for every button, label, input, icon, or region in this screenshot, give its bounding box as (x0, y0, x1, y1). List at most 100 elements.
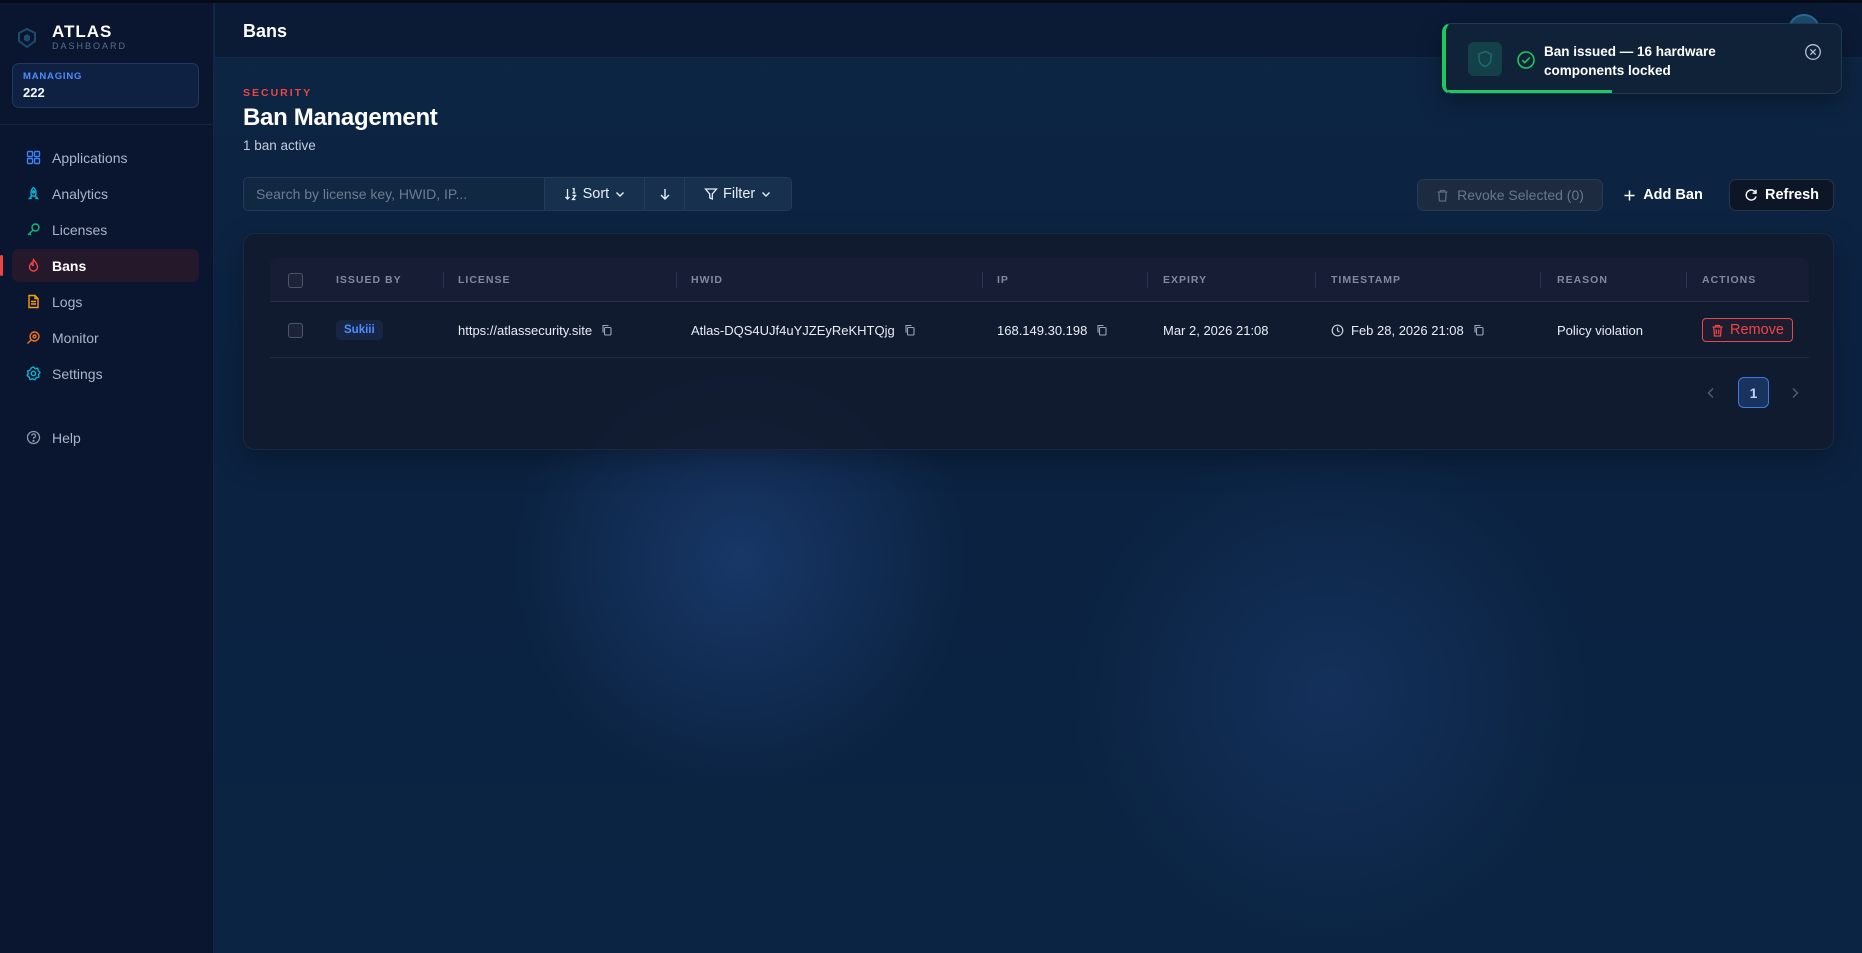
filter-button[interactable]: Filter (684, 178, 791, 210)
timestamp-value: Feb 28, 2026 21:08 (1351, 322, 1464, 338)
flame-icon (26, 258, 41, 273)
arrow-down-icon (660, 189, 670, 200)
sidebar-item-help[interactable]: Help (12, 421, 199, 454)
clock-icon (1331, 324, 1344, 337)
sidebar-item-bans[interactable]: Bans (0, 249, 199, 282)
table-header: ISSUED BY LICENSE HWID IP EXPIRY TIMESTA… (270, 258, 1809, 302)
chevron-down-icon (762, 192, 771, 197)
pagination: 1 (244, 377, 1835, 409)
copy-icon[interactable] (1096, 324, 1108, 336)
table-row[interactable]: Sukiii https://atlassecurity.site Atlas-… (270, 302, 1809, 358)
sidebar-item-label: Analytics (52, 185, 109, 202)
column-header-reason[interactable]: REASON (1557, 258, 1608, 302)
select-all-checkbox[interactable] (288, 272, 303, 288)
ban-count-subtitle: 1 ban active (243, 138, 316, 153)
managing-label: MANAGING (23, 71, 83, 82)
atlas-logo-icon (18, 27, 36, 48)
filter-icon (704, 188, 718, 201)
filter-label: Filter (722, 186, 756, 202)
revoke-label: Revoke Selected (0) (1457, 187, 1584, 203)
file-icon (26, 294, 41, 309)
search-input[interactable] (244, 178, 545, 210)
sort-direction-button[interactable] (644, 178, 685, 210)
sidebar-item-analytics[interactable]: Analytics (12, 177, 199, 210)
column-separator (1315, 272, 1316, 288)
sidebar-nav: Applications Analytics Licenses Bans Log… (0, 141, 199, 393)
page-button-current[interactable]: 1 (1738, 377, 1769, 408)
sidebar-item-monitor[interactable]: Monitor (12, 321, 199, 354)
search-sort-filter-group: Sort Filter (243, 177, 792, 211)
column-header-expiry[interactable]: EXPIRY (1163, 258, 1207, 302)
managing-selector[interactable]: MANAGING 222 (12, 63, 199, 108)
page-title: Ban Management (243, 104, 438, 131)
help-circle-icon (26, 430, 41, 445)
issued-by-badge[interactable]: Sukiii (336, 320, 383, 340)
add-ban-button[interactable]: Add Ban (1612, 179, 1714, 211)
copy-icon[interactable] (904, 324, 916, 336)
brand[interactable]: ATLAS DASHBOARD (16, 23, 127, 52)
row-checkbox[interactable] (288, 322, 303, 338)
copy-icon[interactable] (601, 324, 613, 336)
sort-button[interactable]: Sort (544, 178, 645, 210)
column-separator (1540, 272, 1541, 288)
chevron-left-icon[interactable] (1703, 385, 1719, 401)
remove-label: Remove (1730, 322, 1784, 338)
reason-value: Policy violation (1557, 322, 1643, 338)
column-header-issued-by[interactable]: ISSUED BY (336, 258, 402, 302)
sidebar-item-licenses[interactable]: Licenses (12, 213, 199, 246)
column-header-actions: ACTIONS (1702, 274, 1757, 286)
managing-value: 222 (23, 85, 45, 100)
sidebar-divider (0, 124, 214, 125)
trash-icon (1437, 189, 1448, 202)
rocket-icon (26, 186, 41, 201)
sidebar-item-label: Settings (52, 365, 103, 382)
license-value: https://atlassecurity.site (458, 322, 593, 338)
toast-message: Ban issued — 16 hardware components lock… (1544, 44, 1716, 78)
radar-icon (26, 330, 41, 345)
column-header-timestamp[interactable]: TIMESTAMP (1331, 258, 1401, 302)
refresh-label: Refresh (1765, 187, 1819, 203)
column-header-ip[interactable]: IP (997, 258, 1009, 302)
chevron-right-icon[interactable] (1787, 385, 1803, 401)
column-header-hwid[interactable]: HWID (691, 258, 723, 302)
key-icon (26, 222, 41, 237)
column-header-license[interactable]: LICENSE (458, 258, 511, 302)
bans-table-card: ISSUED BY LICENSE HWID IP EXPIRY TIMESTA… (243, 233, 1834, 450)
copy-icon[interactable] (1473, 324, 1485, 336)
sidebar-item-logs[interactable]: Logs (12, 285, 199, 318)
sort-numeric-icon (564, 187, 577, 201)
add-ban-label: Add Ban (1643, 187, 1703, 203)
refresh-button[interactable]: Refresh (1729, 179, 1834, 211)
sidebar-item-label: Applications (52, 149, 128, 166)
column-separator (443, 272, 444, 288)
ip-value: 168.149.30.198 (997, 322, 1088, 338)
section-label: SECURITY (243, 87, 313, 99)
toast-progress-bar (1446, 90, 1612, 93)
sidebar: ATLAS DASHBOARD MANAGING 222 Application… (0, 3, 214, 953)
sidebar-item-settings[interactable]: Settings (12, 357, 199, 390)
page-header-title: Bans (243, 21, 288, 41)
sidebar-item-applications[interactable]: Applications (12, 141, 199, 174)
gear-icon (26, 366, 41, 381)
column-separator (982, 272, 983, 288)
grid-icon (26, 150, 41, 165)
shield-icon (1468, 42, 1502, 76)
column-separator (1686, 272, 1687, 288)
sidebar-item-label: Logs (52, 293, 83, 310)
sidebar-item-label: Bans (52, 257, 87, 274)
close-icon[interactable] (1804, 43, 1822, 61)
sidebar-item-label: Licenses (52, 221, 108, 238)
remove-ban-button[interactable]: Remove (1702, 318, 1793, 342)
sidebar-item-label: Monitor (52, 329, 99, 346)
chevron-down-icon (616, 192, 625, 197)
sidebar-item-label: Help (52, 429, 81, 446)
sort-label: Sort (582, 186, 610, 202)
plus-icon (1624, 190, 1635, 200)
check-circle-icon (1517, 51, 1535, 69)
refresh-icon (1745, 189, 1757, 201)
column-separator (1147, 272, 1148, 288)
expiry-value: Mar 2, 2026 21:08 (1163, 322, 1269, 338)
toast-notification: Ban issued — 16 hardware components lock… (1442, 23, 1842, 94)
revoke-selected-button[interactable]: Revoke Selected (0) (1417, 179, 1603, 211)
hwid-value: Atlas-DQS4UJf4uYJZEyReKHTQjg (691, 322, 895, 338)
